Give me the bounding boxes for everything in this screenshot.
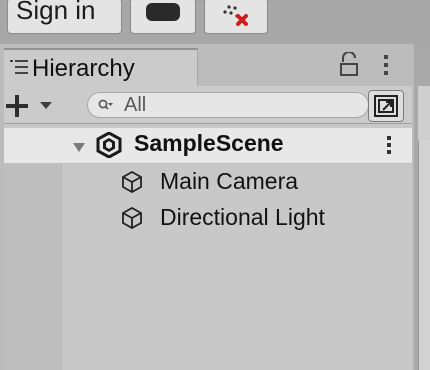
search-filter-icon: [98, 99, 113, 110]
unity-scene-icon: [96, 132, 122, 158]
search-input-value: All: [124, 94, 147, 116]
plus-dropdown-icon[interactable]: [6, 93, 60, 119]
kebab-menu-icon[interactable]: [383, 53, 389, 77]
tab-hierarchy[interactable]: Hierarchy: [4, 48, 198, 88]
scene-visibility-button[interactable]: [368, 90, 404, 122]
list-item[interactable]: Main Camera: [160, 168, 298, 195]
sign-in-button[interactable]: Sign in: [7, 0, 122, 34]
scene-name: SampleScene: [134, 130, 284, 156]
unity-editor-window: Sign in Hierarchy All SampleScene Main C…: [0, 0, 430, 370]
cloud-icon: [146, 3, 180, 21]
list-icon: [10, 60, 28, 74]
collab-error-icon: [223, 5, 248, 26]
scene-menu-icon[interactable]: [386, 134, 392, 156]
cloud-button[interactable]: [130, 0, 196, 34]
collab-button[interactable]: [204, 0, 268, 34]
tree-indent-gutter: [4, 164, 62, 370]
list-item[interactable]: Directional Light: [160, 204, 325, 231]
scene-visibility-icon: [374, 95, 398, 117]
lock-icon[interactable]: [340, 52, 358, 76]
search-input[interactable]: All: [87, 92, 369, 118]
tab-hierarchy-label: Hierarchy: [32, 55, 135, 82]
cube-icon: [122, 207, 142, 229]
cube-icon: [122, 171, 142, 193]
adjacent-panel-header: [418, 86, 430, 140]
adjacent-panel-content: [418, 140, 430, 370]
expand-arrow-icon[interactable]: [72, 140, 86, 154]
